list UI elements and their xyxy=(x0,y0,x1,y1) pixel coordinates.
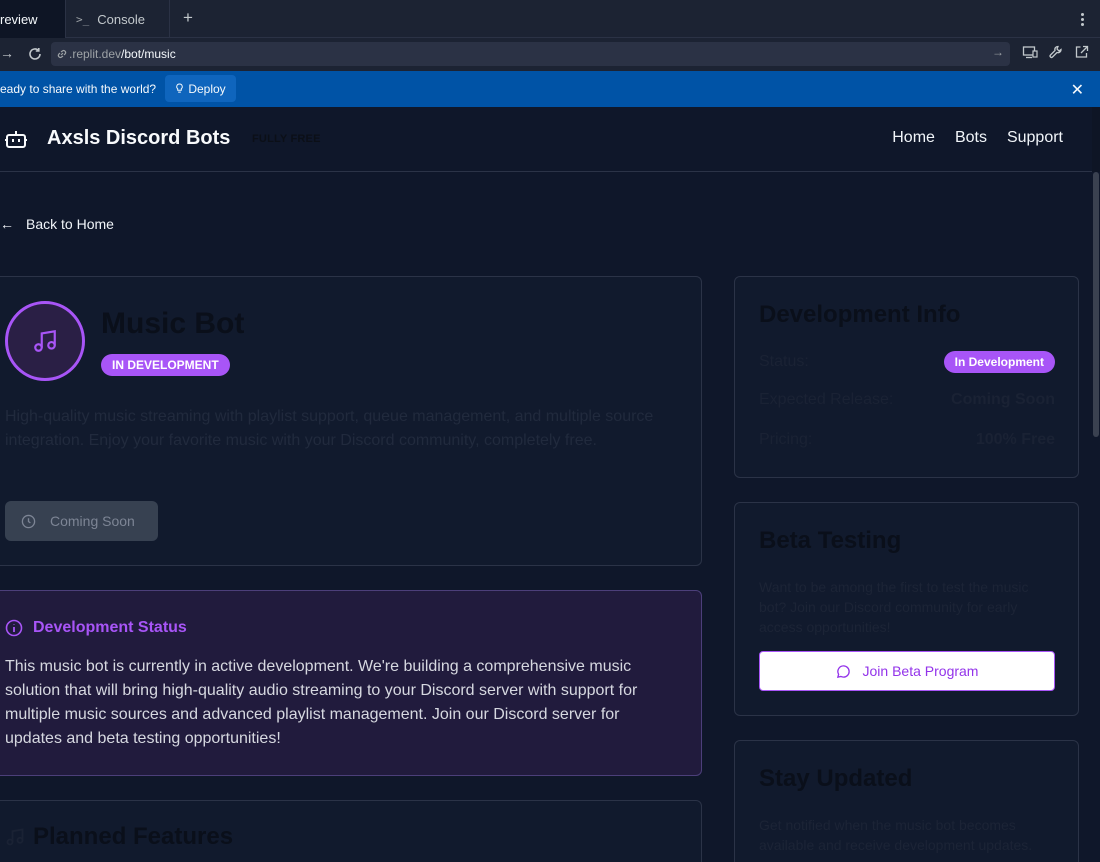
planned-features-title: Planned Features xyxy=(33,823,234,850)
tab-console[interactable]: >_ Console xyxy=(74,0,170,38)
tab-preview-label: review xyxy=(0,11,38,27)
main-content: ← Back to Home Music Bot IN DEVELOPMENT … xyxy=(0,172,1092,862)
development-info-card: Development Info Status: In Development … xyxy=(734,276,1079,478)
development-status-card: Development Status This music bot is cur… xyxy=(0,590,702,776)
join-beta-label: Join Beta Program xyxy=(862,663,979,679)
close-icon[interactable]: ✕ xyxy=(1071,80,1084,100)
tab-preview[interactable]: review xyxy=(0,0,66,38)
beta-testing-text: Want to be among the first to test the m… xyxy=(759,579,1029,635)
development-status-heading: Development Status xyxy=(5,619,187,637)
info-value: Coming Soon xyxy=(951,391,1055,408)
tab-console-label: Console xyxy=(97,11,145,27)
music-note-icon xyxy=(34,329,56,352)
info-icon xyxy=(5,619,23,637)
bot-avatar xyxy=(5,301,85,381)
planned-features-card: Planned Features xyxy=(0,800,702,862)
status-badge: In Development xyxy=(943,351,1055,373)
development-status-title: Development Status xyxy=(33,619,187,636)
deploy-banner: eady to share with the world? Deploy ✕ xyxy=(0,71,1100,107)
development-info-title: Development Info xyxy=(759,301,961,328)
go-arrow-icon[interactable]: → xyxy=(992,45,1004,59)
info-label: Status: xyxy=(759,353,809,370)
music-note-icon xyxy=(6,828,24,846)
lightbulb-icon xyxy=(176,83,184,93)
link-icon xyxy=(57,50,67,58)
url-tools xyxy=(1022,44,1090,60)
info-value: 100% Free xyxy=(975,431,1055,448)
info-row-pricing: Pricing: 100% Free xyxy=(759,431,1055,449)
url-path: /bot/music xyxy=(121,47,176,61)
nav-home[interactable]: Home xyxy=(892,129,935,147)
info-label: Pricing: xyxy=(759,431,813,448)
site-header: Axsls Discord Bots FULLY FREE Home Bots … xyxy=(0,107,1092,172)
plus-icon[interactable]: + xyxy=(178,8,198,28)
stay-updated-text: Get notified when the music bot becomes … xyxy=(759,817,1033,853)
reload-icon[interactable] xyxy=(26,45,44,63)
beta-testing-card: Beta Testing Want to be among the first … xyxy=(734,502,1079,716)
info-row-release: Expected Release: Coming Soon xyxy=(759,391,1055,409)
url-input[interactable]: .replit.dev/bot/music → xyxy=(51,42,1010,66)
info-label: Expected Release: xyxy=(759,391,894,408)
nav-bots[interactable]: Bots xyxy=(955,129,987,147)
coming-soon-button[interactable]: Coming Soon xyxy=(5,501,158,541)
terminal-icon: >_ xyxy=(76,12,90,26)
free-badge: FULLY FREE xyxy=(252,133,321,145)
more-vertical-icon[interactable] xyxy=(1076,8,1088,30)
stay-updated-card: Stay Updated Get notified when the music… xyxy=(734,740,1079,862)
clock-icon xyxy=(21,514,36,528)
devices-icon[interactable] xyxy=(1022,44,1038,60)
scrollbar[interactable] xyxy=(1092,172,1100,862)
planned-features-heading: Planned Features xyxy=(5,823,233,851)
address-row: → .replit.dev/bot/music → xyxy=(0,38,1100,71)
forward-arrow-icon[interactable]: → xyxy=(0,45,14,61)
bot-description: High-quality music streaming with playli… xyxy=(5,408,654,449)
coming-soon-label: Coming Soon xyxy=(50,513,135,529)
wrench-icon[interactable] xyxy=(1048,44,1064,60)
arrow-left-icon: ← xyxy=(0,216,14,232)
back-to-home-link[interactable]: ← Back to Home xyxy=(0,216,114,232)
info-row-status: Status: In Development xyxy=(759,351,1055,373)
back-label: Back to Home xyxy=(26,216,114,232)
development-status-body: This music bot is currently in active de… xyxy=(5,658,638,747)
stay-updated-title: Stay Updated xyxy=(759,765,913,792)
brand-title[interactable]: Axsls Discord Bots xyxy=(47,127,230,150)
deploy-button[interactable]: Deploy xyxy=(165,75,236,102)
message-circle-icon xyxy=(836,664,850,678)
scrollbar-thumb[interactable] xyxy=(1093,172,1099,437)
deploy-label: Deploy xyxy=(188,81,226,96)
bot-hero-card: Music Bot IN DEVELOPMENT High-quality mu… xyxy=(0,276,702,566)
beta-testing-title: Beta Testing xyxy=(759,527,902,554)
nav-support[interactable]: Support xyxy=(1007,129,1063,147)
browser-tab-bar: review >_ Console + xyxy=(0,0,1100,38)
url-host: .replit.dev xyxy=(69,47,122,61)
bot-title: Music Bot xyxy=(101,307,245,340)
bot-icon xyxy=(5,131,27,148)
join-beta-button[interactable]: Join Beta Program xyxy=(759,651,1055,691)
banner-text: eady to share with the world? xyxy=(0,82,157,96)
external-link-icon[interactable] xyxy=(1074,44,1090,60)
main-nav: Home Bots Support xyxy=(892,129,1063,147)
status-badge: IN DEVELOPMENT xyxy=(101,354,230,376)
